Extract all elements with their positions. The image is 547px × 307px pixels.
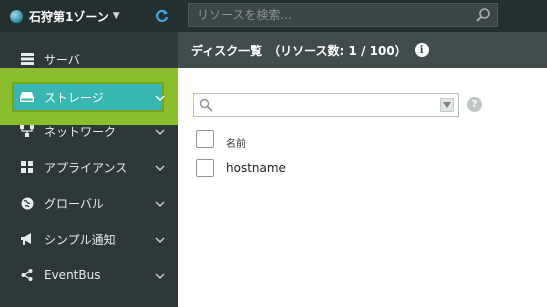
server-icon bbox=[20, 52, 34, 66]
caret-down-icon: ▼ bbox=[112, 11, 120, 21]
search-input[interactable] bbox=[189, 4, 469, 26]
sidebar-item-global[interactable]: グローバル bbox=[0, 185, 178, 221]
help-icon[interactable]: ? bbox=[467, 97, 482, 112]
sidebar-item-label: アプライアンス bbox=[44, 160, 128, 175]
share-icon bbox=[20, 268, 34, 282]
globe-icon bbox=[20, 196, 34, 210]
appliance-icon bbox=[20, 160, 34, 174]
page-title: ディスク一覧 （リソース数: 1 / 100） bbox=[191, 43, 407, 58]
sidebar-item-label: サーバ bbox=[44, 52, 80, 67]
caret-down-icon bbox=[443, 102, 451, 108]
refresh-button[interactable] bbox=[152, 6, 172, 26]
chevron-down-icon[interactable] bbox=[155, 270, 165, 280]
row-name-cell[interactable]: hostname bbox=[226, 161, 286, 175]
chevron-down-icon[interactable] bbox=[155, 198, 165, 208]
storage-icon bbox=[20, 90, 34, 104]
info-icon[interactable]: i bbox=[414, 43, 429, 57]
sidebar-item-appliance[interactable]: アプライアンス bbox=[0, 149, 178, 185]
sidebar-item-label: シンプル通知 bbox=[44, 232, 116, 247]
resource-search bbox=[188, 3, 498, 27]
chevron-down-icon[interactable] bbox=[155, 234, 165, 244]
globe-icon bbox=[10, 9, 23, 23]
row-checkbox[interactable] bbox=[196, 159, 214, 177]
sidebar-item-label: ストレージ bbox=[44, 90, 104, 105]
sidebar-item-label: ネットワーク bbox=[44, 124, 117, 139]
top-bar: 石狩第1ゾーン ▼ bbox=[0, 0, 547, 32]
sidebar-item-network[interactable]: ネットワーク bbox=[0, 113, 178, 149]
sidebar-item-label: グローバル bbox=[44, 196, 104, 211]
chevron-down-icon[interactable] bbox=[155, 162, 165, 172]
chevron-down-icon[interactable] bbox=[155, 126, 165, 136]
sidebar-item-label: EventBus bbox=[44, 268, 101, 282]
search-icon[interactable] bbox=[475, 7, 491, 23]
filter-dropdown-button[interactable] bbox=[440, 98, 454, 112]
zone-selector[interactable]: 石狩第1ゾーン ▼ bbox=[0, 0, 150, 32]
chevron-down-icon[interactable] bbox=[155, 92, 165, 102]
search-icon bbox=[199, 98, 213, 112]
sidebar-item-simple-notification[interactable]: シンプル通知 bbox=[0, 221, 178, 257]
column-header-name[interactable]: 名前 bbox=[226, 135, 246, 150]
network-icon bbox=[20, 124, 34, 138]
sidebar-item-eventbus[interactable]: EventBus bbox=[0, 257, 178, 293]
megaphone-icon bbox=[20, 232, 34, 246]
page-header: ディスク一覧 （リソース数: 1 / 100） i bbox=[178, 32, 547, 68]
sidebar-item-storage[interactable]: ストレージ bbox=[0, 79, 178, 115]
filter-input[interactable] bbox=[218, 94, 428, 116]
zone-label: 石狩第1ゾーン bbox=[29, 9, 109, 24]
filter-box bbox=[193, 93, 459, 117]
sidebar-item-server[interactable]: サーバ bbox=[0, 41, 178, 77]
select-all-checkbox[interactable] bbox=[196, 130, 214, 148]
refresh-icon bbox=[156, 9, 169, 22]
